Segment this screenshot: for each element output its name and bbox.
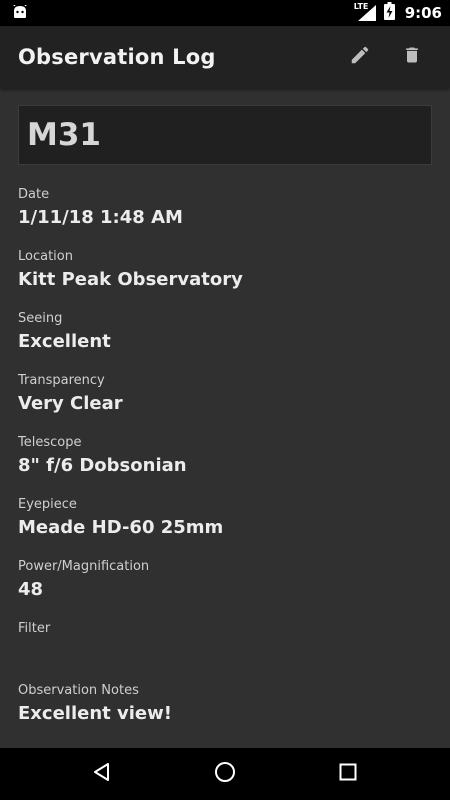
- field-value: Kitt Peak Observatory: [18, 269, 243, 290]
- edit-button[interactable]: [336, 33, 384, 81]
- object-name-box: M31: [18, 105, 432, 165]
- object-name: M31: [27, 117, 101, 153]
- field-telescope: Telescope 8" f/6 Dobsonian: [18, 435, 432, 497]
- back-button[interactable]: [72, 748, 132, 800]
- back-triangle-icon: [92, 762, 112, 786]
- field-date: Date 1/11/18 1:48 AM: [18, 187, 432, 249]
- field-label: Eyepiece: [18, 497, 77, 512]
- field-label: Power/Magnification: [18, 559, 150, 574]
- trash-icon: [402, 44, 422, 70]
- page-title: Observation Log: [18, 45, 216, 69]
- field-seeing: Seeing Excellent: [18, 311, 432, 373]
- field-value: Excellent: [18, 331, 111, 352]
- field-label: Transparency: [18, 373, 105, 388]
- field-value: 8" f/6 Dobsonian: [18, 455, 187, 476]
- home-button[interactable]: [195, 748, 255, 800]
- field-value: Meade HD-60 25mm: [18, 517, 224, 538]
- field-value: Very Clear: [18, 393, 123, 414]
- field-label: Date: [18, 187, 50, 202]
- field-power-magnification: Power/Magnification 48: [18, 559, 432, 621]
- battery-charging-icon: [383, 2, 395, 24]
- observation-detail: M31 Date 1/11/18 1:48 AM Location Kitt P…: [0, 88, 450, 748]
- field-location: Location Kitt Peak Observatory: [18, 249, 432, 311]
- field-filter: Filter: [18, 621, 432, 683]
- field-transparency: Transparency Very Clear: [18, 373, 432, 435]
- recents-square-icon: [339, 763, 357, 785]
- field-label: Location: [18, 249, 73, 264]
- field-value: Excellent view!: [18, 703, 172, 724]
- field-label: Observation Notes: [18, 683, 139, 698]
- field-label: Telescope: [18, 435, 82, 450]
- navigation-bar: [0, 748, 450, 800]
- network-type: LTE: [353, 2, 369, 11]
- field-label: Seeing: [18, 311, 63, 326]
- status-bar: LTE 9:06: [0, 0, 450, 26]
- field-observation-notes: Observation Notes Excellent view!: [18, 683, 432, 745]
- field-label: Filter: [18, 621, 51, 636]
- app-bar: Observation Log: [0, 26, 450, 88]
- pencil-icon: [349, 44, 371, 70]
- android-notification-icon: [12, 3, 28, 23]
- field-value: 48: [18, 579, 44, 600]
- lte-signal-icon: LTE: [353, 2, 378, 22]
- delete-button[interactable]: [388, 33, 436, 81]
- field-eyepiece: Eyepiece Meade HD-60 25mm: [18, 497, 432, 559]
- home-circle-icon: [214, 761, 236, 787]
- field-value: 1/11/18 1:48 AM: [18, 207, 183, 228]
- clock: 9:06: [404, 4, 442, 22]
- recents-button[interactable]: [318, 748, 378, 800]
